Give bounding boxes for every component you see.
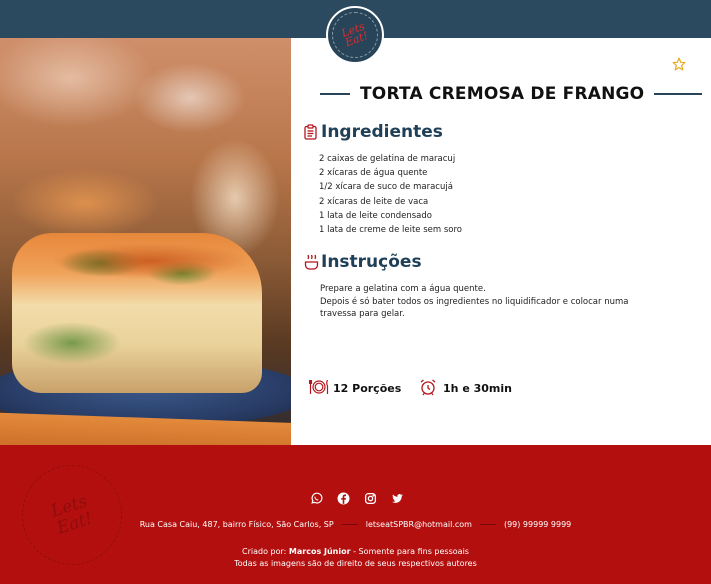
social-links (309, 491, 404, 505)
site-logo[interactable]: Lets Eat! (326, 6, 384, 64)
time-info: 1h e 30min (419, 378, 512, 398)
recipe-title-row: TORTA CREMOSA DE FRANGO (320, 82, 702, 106)
ingredient-item: 1/2 xícara de suco de maracujá (319, 182, 453, 193)
email-link[interactable]: letseatSPBR@hotmail.com (366, 520, 472, 529)
instructions-text: Prepare a gelatina com a água quente. De… (320, 283, 640, 321)
credit-suffix: - Somente para fins pessoais (350, 547, 469, 556)
ingredient-item: 2 xícaras de leite de vaca (319, 196, 429, 207)
clipboard-icon (304, 124, 318, 140)
footer: Lets Eat! Rua Casa Caiu, 487, bairro Fís… (0, 445, 711, 584)
credit-author: Marcos Júnior (288, 547, 351, 556)
time-value: 1h e 30min (443, 381, 512, 395)
ingredients-list: 2 caixas de gelatina de maracuj 2 xícara… (319, 152, 462, 237)
title-rule-left (320, 93, 350, 95)
plate-cutlery-icon (308, 378, 329, 398)
watermark-text: Lets Eat! (48, 491, 96, 539)
twitter-icon[interactable] (390, 491, 404, 505)
instruction-step: Depois é só bater todos os ingredientes … (320, 296, 629, 320)
footer-credits: Criado por: Marcos Júnior - Somente para… (0, 546, 711, 570)
favorite-star-icon[interactable] (672, 57, 688, 73)
photo-pie-topping (50, 243, 250, 279)
whatsapp-icon[interactable] (309, 491, 323, 505)
phone-text: (99) 99999 9999 (503, 520, 572, 529)
instructions-heading-label: Instruções (321, 252, 422, 272)
cooking-pot-icon (304, 254, 319, 270)
recipe-photo (0, 38, 291, 445)
contact-divider (341, 524, 358, 525)
instruction-step: Prepare a gelatina com a água quente. (320, 284, 486, 294)
credit-prefix: Criado por: (242, 547, 287, 556)
facebook-icon[interactable] (336, 491, 350, 505)
ingredient-item: 1 lata de leite condensado (319, 210, 432, 221)
portions-value: 12 Porções (333, 381, 402, 395)
ingredient-item: 2 caixas de gelatina de maracuj (319, 154, 456, 164)
contact-divider (479, 524, 496, 525)
credit-line: Criado por: Marcos Júnior - Somente para… (0, 546, 711, 558)
photo-bokeh-left (10, 168, 160, 238)
ingredients-heading: Ingredientes (304, 122, 443, 142)
address-text: Rua Casa Caiu, 487, bairro Físico, São C… (139, 520, 334, 529)
rights-line: Todas as imagens são de direito de seus … (234, 559, 477, 568)
instagram-icon[interactable] (363, 491, 377, 505)
ingredient-item: 2 xícaras de água quente (319, 168, 428, 179)
alarm-clock-icon (419, 378, 439, 398)
contact-info: Rua Casa Caiu, 487, bairro Físico, São C… (0, 520, 711, 529)
recipe-title: TORTA CREMOSA DE FRANGO (360, 84, 645, 104)
ingredient-item: 1 lata de creme de leite sem soro (319, 225, 462, 236)
portions-info: 12 Porções (308, 378, 402, 398)
title-rule-right (654, 93, 702, 95)
ingredients-heading-label: Ingredientes (321, 122, 443, 142)
instructions-heading: Instruções (304, 252, 422, 272)
